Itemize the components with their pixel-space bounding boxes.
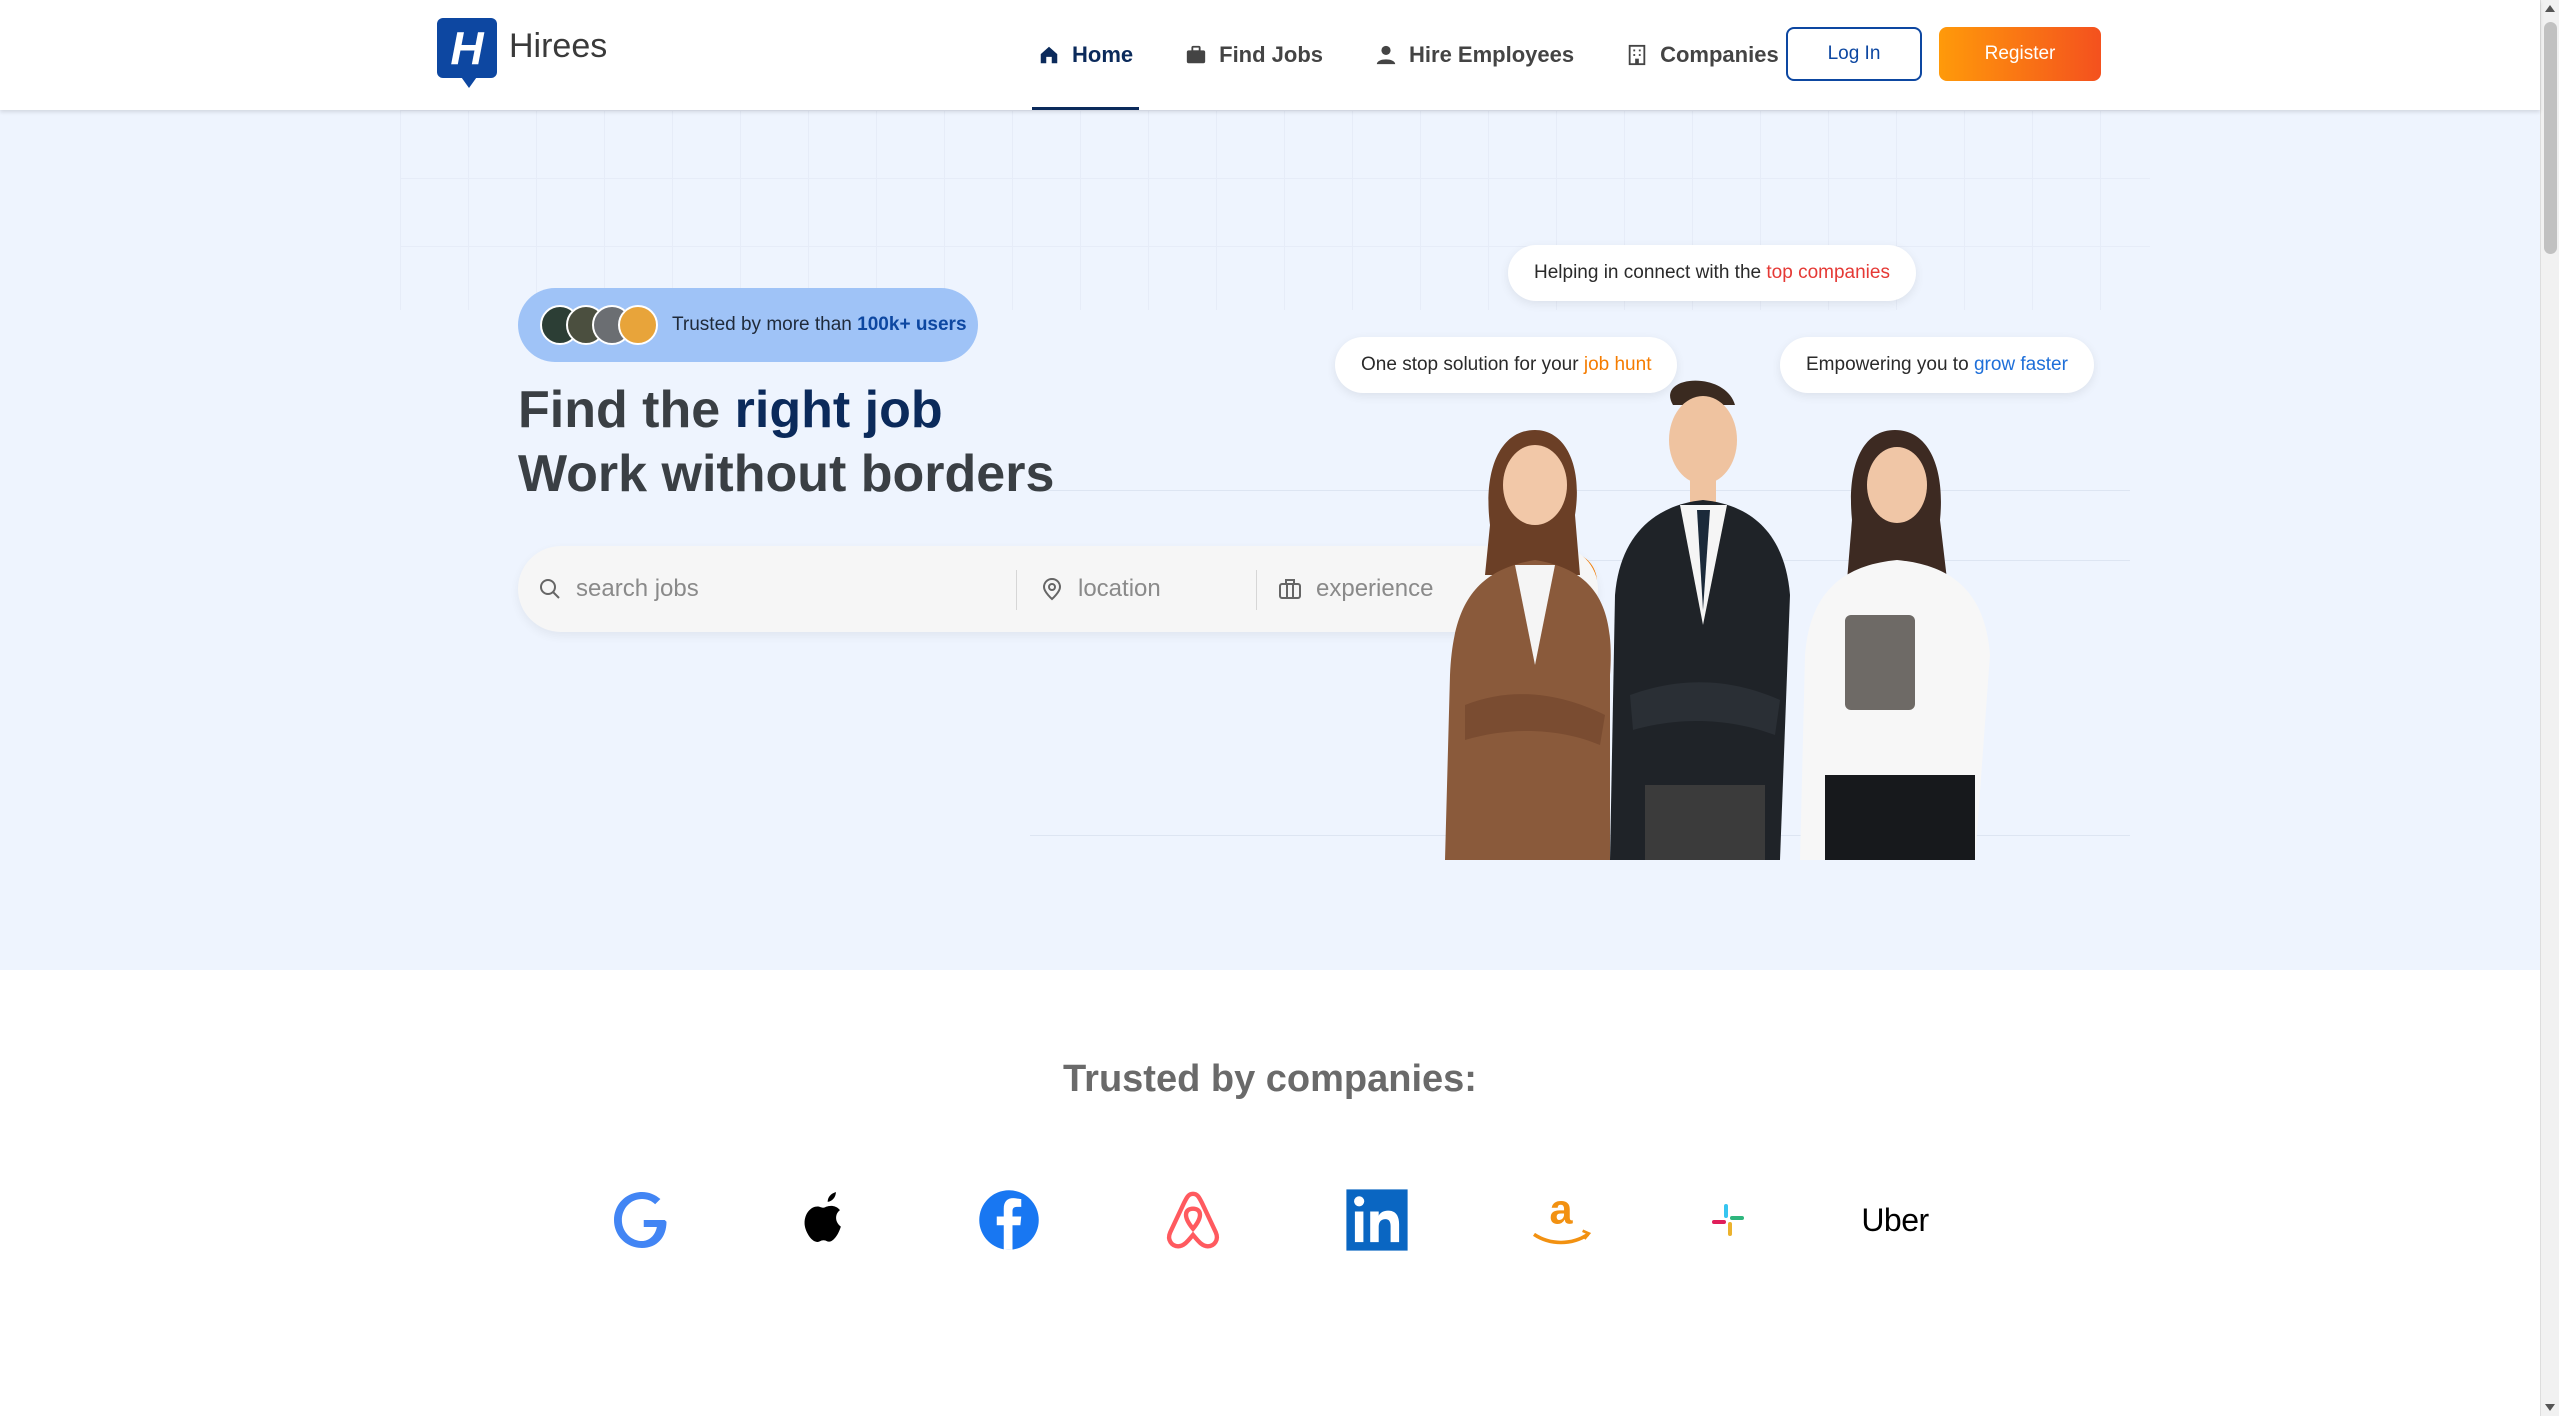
brand-name: Hirees <box>509 26 608 65</box>
nav-item-label: Companies <box>1660 42 1779 67</box>
brand-logo[interactable]: H Hirees <box>437 18 607 88</box>
bubble-highlight: top companies <box>1766 262 1890 283</box>
trust-highlight: 100k+ users <box>857 314 967 335</box>
nav-item-label: Home <box>1072 42 1134 67</box>
bubble-text: One stop solution for your <box>1361 354 1579 375</box>
bubble-top-companies: Helping in connect with the top companie… <box>1508 245 1916 301</box>
logo-letter: H <box>437 18 497 78</box>
headline-prefix: Find the <box>518 381 735 439</box>
user-avatars <box>540 305 658 345</box>
briefcase-icon <box>1186 45 1206 64</box>
location-placeholder: location <box>1078 575 1161 602</box>
home-icon <box>1040 46 1058 64</box>
page-scrollbar[interactable] <box>2540 0 2559 1416</box>
hero-section: Trusted by more than 100k+ users Find th… <box>0 110 2540 970</box>
briefcase-icon <box>1279 579 1301 599</box>
trusted-by-title: Trusted by companies: <box>1063 1058 1477 1100</box>
nav-item-find-jobs[interactable]: Find Jobs <box>1179 0 1329 110</box>
person-icon <box>1376 45 1396 65</box>
man-dark-suit <box>1610 380 1790 860</box>
main-nav: Home Find Jobs Hire Employees Companies <box>1032 0 1825 110</box>
register-button[interactable]: Register <box>1939 27 2101 81</box>
uber-logo[interactable]: Uber <box>1855 1180 1935 1260</box>
facebook-logo-icon[interactable] <box>969 1180 1049 1260</box>
svg-text:a: a <box>1549 1187 1573 1233</box>
bubble-text: Empowering you to <box>1806 354 1969 375</box>
bubble-text: Helping in connect with the <box>1534 262 1762 283</box>
headline-highlight: right job <box>734 381 943 439</box>
location-field[interactable]: location <box>1040 546 1250 632</box>
nav-item-hire-employees[interactable]: Hire Employees <box>1369 0 1580 110</box>
nav-item-label: Find Jobs <box>1219 42 1324 67</box>
professionals-image <box>1445 380 1990 860</box>
location-pin-icon <box>1042 577 1062 601</box>
logo-mark-icon: H <box>437 18 497 88</box>
nav-item-companies[interactable]: Companies <box>1620 0 1785 110</box>
hero-headline: Find the right job Work without borders <box>518 378 1054 506</box>
search-jobs-field[interactable]: search jobs <box>538 546 1008 632</box>
nav-item-home[interactable]: Home <box>1032 0 1140 110</box>
airbnb-logo-icon[interactable] <box>1153 1180 1233 1260</box>
trust-badge: Trusted by more than 100k+ users <box>518 288 978 362</box>
login-button[interactable]: Log In <box>1786 27 1922 81</box>
scrollbar-thumb[interactable] <box>2544 22 2557 254</box>
nav-item-label: Hire Employees <box>1409 42 1575 67</box>
avatar <box>618 305 658 345</box>
company-logos-row: a Uber <box>0 1180 2540 1260</box>
amazon-logo-icon[interactable]: a <box>1521 1180 1601 1260</box>
top-navbar: H Hirees Home Find Jobs Hire Employees C… <box>0 0 2540 110</box>
linkedin-logo-icon[interactable] <box>1337 1180 1417 1260</box>
scroll-down-arrow-icon[interactable] <box>2545 1404 2555 1411</box>
trust-prefix: Trusted by more than <box>672 314 858 335</box>
woman-white-shirt <box>1800 430 1990 860</box>
headline-line2: Work without borders <box>518 445 1055 503</box>
bubble-highlight: grow faster <box>1973 354 2068 375</box>
scroll-up-arrow-icon[interactable] <box>2545 5 2555 12</box>
woman-brown-blazer <box>1445 430 1611 860</box>
bubble-highlight: job hunt <box>1583 354 1652 375</box>
search-jobs-placeholder: search jobs <box>576 575 699 602</box>
building-icon <box>1628 44 1646 66</box>
search-icon <box>540 579 560 599</box>
trust-text: Trusted by more than 100k+ users <box>672 314 967 336</box>
google-logo-icon[interactable] <box>602 1180 682 1260</box>
slack-logo-icon[interactable] <box>1688 1180 1768 1260</box>
uber-logo-text: Uber <box>1861 1201 1929 1238</box>
apple-logo-icon[interactable] <box>786 1180 866 1260</box>
